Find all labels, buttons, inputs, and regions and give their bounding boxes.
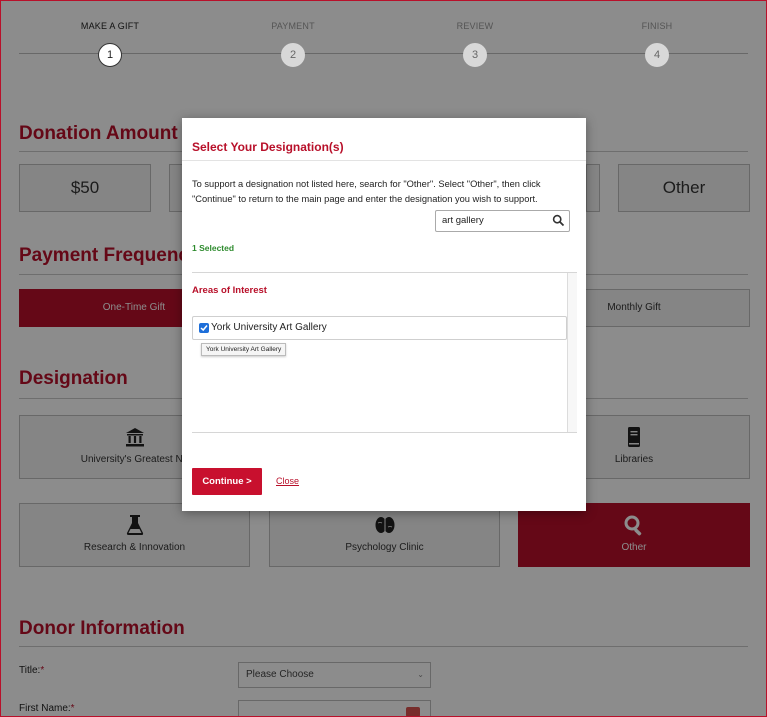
list-scrollbar[interactable]	[567, 273, 577, 432]
modal-instructions: To support a designation not listed here…	[192, 179, 541, 204]
designation-search-input[interactable]: art gallery	[435, 210, 570, 232]
option-tooltip: York University Art Gallery	[201, 343, 287, 356]
designation-option-label: York University Art Gallery	[211, 322, 327, 333]
modal-header-divider	[182, 160, 586, 161]
step-number: 1	[98, 43, 122, 67]
designation-option-art-gallery[interactable]: York University Art Gallery	[192, 316, 567, 340]
step-number: 2	[281, 43, 305, 67]
modal-title: Select Your Designation(s)	[192, 140, 344, 154]
designation-modal: Select Your Designation(s) To support a …	[182, 118, 586, 511]
close-link[interactable]: Close	[276, 476, 299, 486]
step-number: 3	[463, 43, 487, 67]
search-icon[interactable]	[552, 214, 565, 227]
list-heading: Areas of Interest	[192, 285, 267, 296]
step-number: 4	[645, 43, 669, 67]
donation-page: MAKE A GIFT 1 PAYMENT 2 REVIEW 3 FINISH …	[0, 0, 767, 717]
continue-button[interactable]: Continue >	[192, 468, 262, 495]
selected-count: 1 Selected	[192, 243, 235, 253]
checkbox-checked[interactable]	[199, 323, 209, 333]
search-input-value: art gallery	[442, 215, 484, 226]
